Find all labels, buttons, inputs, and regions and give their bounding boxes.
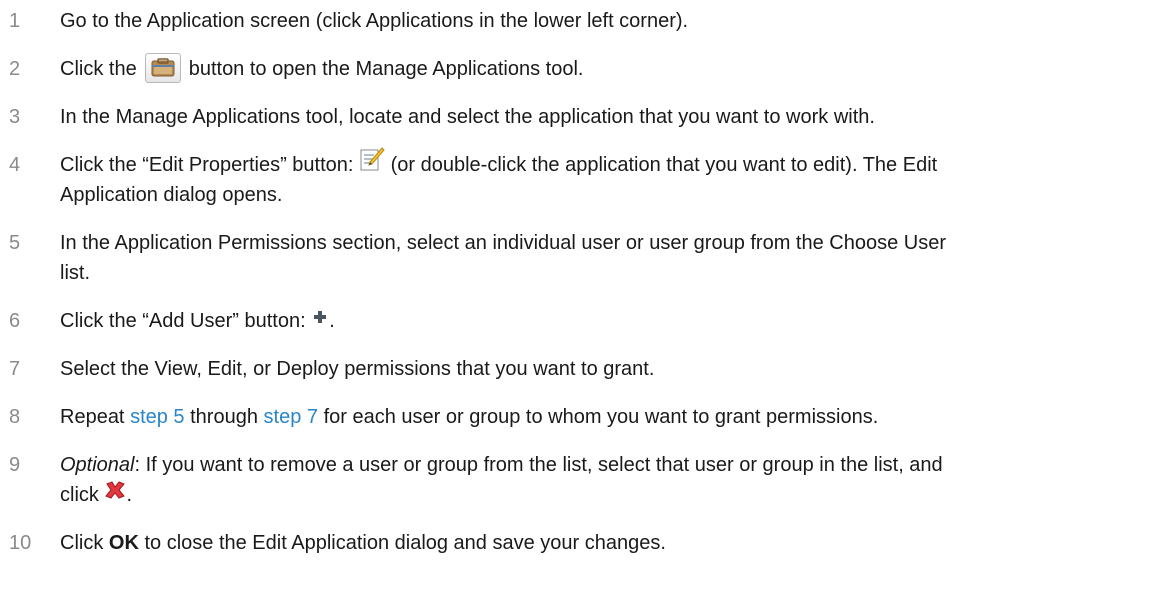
step-text: Click the button to open the Manage Appl… — [60, 52, 1160, 84]
step-text-line2: Application dialog opens. — [60, 184, 283, 206]
step-text-before: Click the “Edit Properties” button: — [60, 154, 354, 176]
step-text-after: to close the Edit Application dialog and… — [144, 532, 666, 554]
step-7-link[interactable]: step 7 — [264, 406, 318, 428]
step-number: 8 — [9, 406, 21, 428]
step-text: Repeat step 5 through step 7 for each us… — [60, 402, 1160, 432]
step-text-after: for each user or group to whom you want … — [323, 406, 879, 428]
step-text-middle: through — [190, 406, 258, 428]
step-text-line2: list. — [60, 262, 90, 284]
step-text: Click OK to close the Edit Application d… — [60, 528, 1160, 558]
step-text-body: : If you want to remove a user or group … — [134, 454, 943, 476]
step-text-before: Repeat — [60, 406, 125, 428]
step-number: 9 — [9, 454, 21, 476]
step-text: Optional: If you want to remove a user o… — [60, 450, 1160, 480]
step-text-before: Click the “Add User” button: — [60, 310, 306, 332]
step-number: 5 — [9, 232, 21, 254]
step-text: Click the “Edit Properties” button: (or … — [60, 147, 1160, 181]
step-text-after: button to open the Manage Applications t… — [188, 58, 584, 80]
step-text-after: (or double-click the application that yo… — [390, 154, 938, 176]
step-5-link[interactable]: step 5 — [130, 406, 184, 428]
optional-label: Optional — [60, 454, 135, 476]
step-text-after: . — [329, 310, 335, 332]
step-text: Go to the Application screen (click Appl… — [60, 10, 689, 32]
step-text-after: . — [126, 484, 133, 506]
ok-label: OK — [108, 532, 139, 554]
step-text-before: click — [60, 484, 99, 506]
step-text: In the Manage Applications tool, locate … — [60, 106, 875, 128]
step-number: 1 — [9, 10, 21, 32]
step-number: 4 — [9, 154, 21, 176]
step-text: Click the “Add User” button: . — [60, 306, 1160, 336]
step-text-before: Click — [60, 532, 104, 554]
step-text-line2: click . — [60, 480, 1160, 510]
step-number: 3 — [9, 106, 21, 128]
step-text: Select the View, Edit, or Deploy permiss… — [60, 358, 655, 380]
step-text: In the Application Permissions section, … — [60, 232, 947, 254]
step-number: 6 — [9, 310, 21, 332]
step-number: 10 — [9, 532, 32, 554]
edit-properties-icon — [359, 146, 385, 181]
plus-icon — [311, 305, 329, 335]
step-text-before: Click the — [60, 58, 137, 80]
toolbox-icon — [144, 52, 181, 83]
step-number: 2 — [9, 58, 21, 80]
remove-icon — [104, 479, 126, 509]
step-number: 7 — [9, 358, 21, 380]
